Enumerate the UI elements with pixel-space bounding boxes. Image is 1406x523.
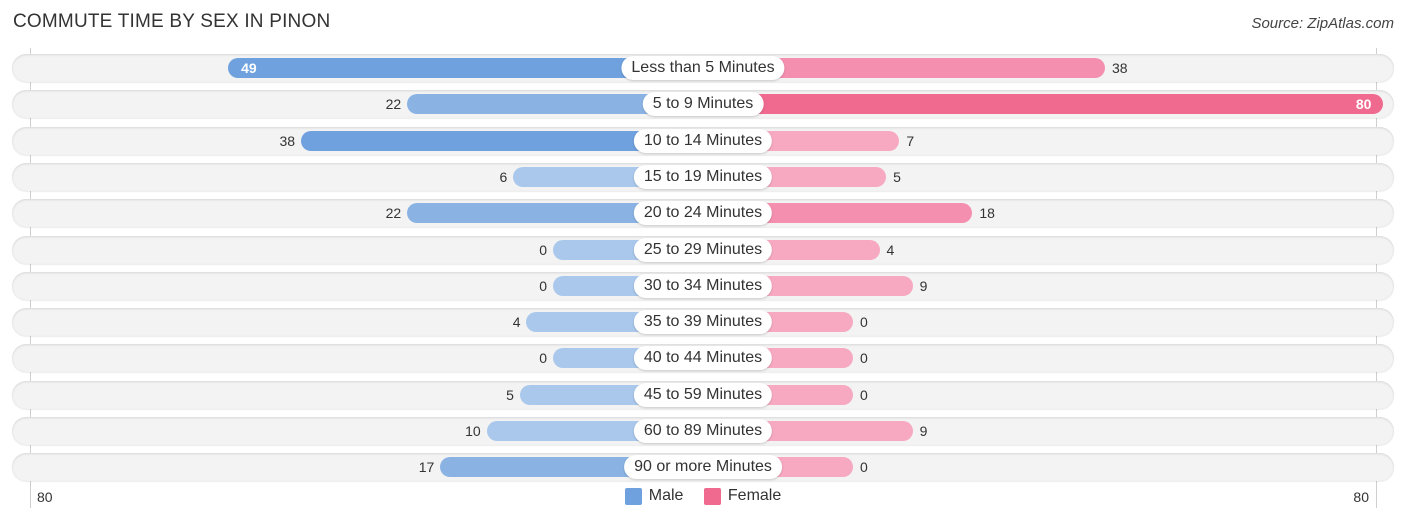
category-label: 10 to 14 Minutes [633, 128, 773, 153]
source-label: Source: ZipAtlas.com [1251, 15, 1394, 32]
legend-swatch-female [703, 487, 721, 505]
value-label-female: 9 [919, 423, 928, 439]
category-label: 45 to 59 Minutes [633, 382, 773, 407]
value-label-male: 38 [279, 132, 296, 149]
value-label-male: 0 [539, 350, 547, 367]
legend-label-female: Female [727, 487, 782, 504]
category-label: 35 to 39 Minutes [633, 310, 773, 335]
category-label: 30 to 34 Minutes [633, 273, 773, 298]
legend-item-male: Male [624, 487, 684, 505]
value-label-male: 17 [418, 459, 435, 476]
category-label: 15 to 19 Minutes [633, 164, 773, 189]
category-label: 60 to 89 Minutes [633, 419, 773, 443]
value-label-female: 9 [919, 277, 928, 294]
value-label-male: 4 [512, 314, 521, 331]
category-label: 25 to 29 Minutes [633, 237, 773, 262]
value-label-male: 6 [499, 168, 508, 185]
bar-female [703, 94, 1384, 115]
value-label-female: 0 [860, 386, 868, 403]
value-label-female: 5 [893, 168, 901, 185]
value-label-female: 80 [1355, 96, 1372, 113]
legend-swatch-male [624, 487, 642, 505]
value-label-female: 18 [979, 205, 995, 222]
value-label-female: 0 [860, 350, 868, 367]
legend: Male Female [0, 487, 1406, 510]
value-label-male: 22 [385, 205, 402, 222]
value-label-female: 0 [860, 314, 868, 331]
value-label-male: 10 [465, 423, 481, 439]
value-label-male: 0 [539, 241, 547, 258]
value-label-female: 38 [1111, 60, 1128, 76]
category-label: 90 or more Minutes [624, 455, 782, 480]
chart-title: COMMUTE TIME BY SEX IN PINON [13, 11, 331, 32]
value-label-male: 49 [241, 60, 257, 76]
value-label-male: 0 [539, 277, 547, 294]
category-label: 20 to 24 Minutes [633, 201, 773, 226]
category-label: Less than 5 Minutes [621, 56, 785, 80]
value-label-male: 22 [385, 96, 402, 113]
legend-item-female: Female [703, 487, 782, 505]
category-label: 5 to 9 Minutes [642, 92, 764, 117]
value-label-female: 4 [886, 241, 895, 258]
legend-label-male: Male [648, 487, 684, 504]
category-label: 40 to 44 Minutes [633, 346, 773, 371]
value-label-female: 7 [906, 132, 915, 149]
value-label-female: 0 [860, 459, 868, 476]
value-label-male: 5 [506, 386, 514, 403]
